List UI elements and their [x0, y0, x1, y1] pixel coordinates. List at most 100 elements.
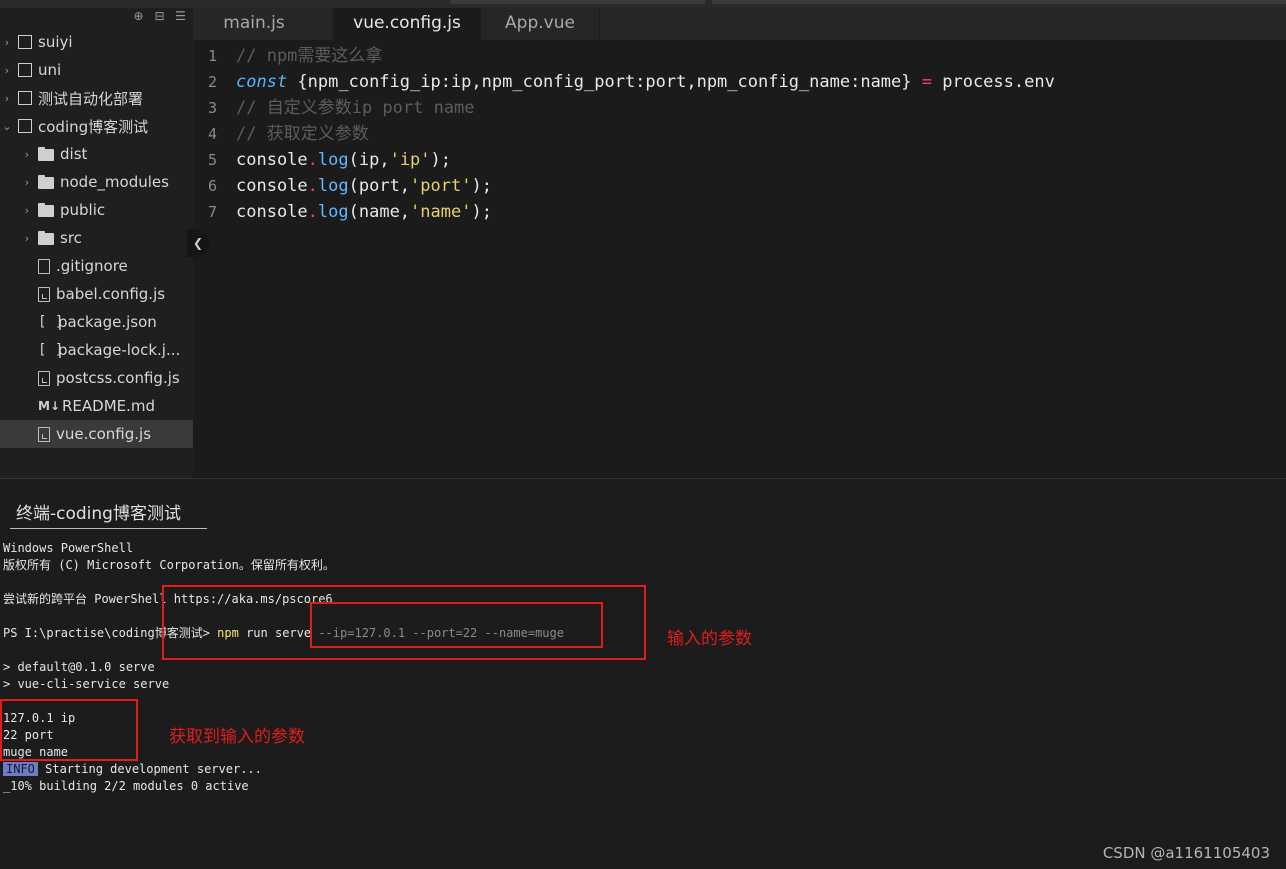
code-comment: // 获取定义参数: [236, 124, 369, 144]
tree-item-coding-blog-test[interactable]: ⌄ coding博客测试: [0, 112, 193, 140]
code-editor[interactable]: 1 // npm需要这么拿 2 const {npm_config_ip:ip,np…: [193, 40, 1286, 478]
sidebar-toolbar: ⊕ ⊟ ☰: [132, 10, 187, 23]
code-line: 5 console.log(ip,'ip');: [193, 147, 451, 173]
code-operator: =: [921, 72, 932, 92]
markdown-file-icon: M↓: [38, 399, 60, 413]
code-operator: .: [307, 176, 318, 196]
code-text: );: [471, 176, 492, 196]
code-string: 'port': [410, 176, 472, 196]
chevron-left-icon: ❮: [192, 236, 204, 250]
tree-item-suiyi[interactable]: › suiyi: [0, 28, 193, 56]
terminal-tab-title[interactable]: 终端-coding博客测试: [10, 499, 207, 529]
code-operator: .: [307, 202, 318, 222]
code-comment: // npm需要这么拿: [236, 46, 383, 66]
top-strip-segment: [712, 0, 1286, 4]
tree-item-label: 测试自动化部署: [38, 89, 144, 108]
menu-icon[interactable]: ☰: [174, 10, 187, 23]
tree-item-label: package.json: [58, 313, 157, 331]
json-file-icon: [ ]: [38, 314, 64, 330]
chevron-right-icon[interactable]: ›: [0, 64, 14, 77]
code-text: (name,: [348, 202, 411, 222]
tree-item-label: node_modules: [60, 173, 169, 191]
line-number: 7: [207, 203, 217, 221]
tree-item-label: dist: [60, 145, 88, 163]
terminal-line: > vue-cli-service serve: [3, 677, 170, 691]
file-explorer-sidebar: ⊕ ⊟ ☰ › suiyi › uni › 测试自动化部署 ⌄ coding博客…: [0, 8, 227, 478]
tree-item-label: .gitignore: [56, 257, 128, 275]
code-string: 'name': [410, 202, 472, 222]
file-icon: [38, 258, 50, 274]
terminal-text: Starting development server...: [37, 762, 262, 776]
folder-icon: [38, 231, 54, 245]
terminal-line: 版权所有 (C) Microsoft Corporation。保留所有权利。: [3, 558, 335, 572]
folder-icon: [38, 203, 54, 217]
line-number: 2: [207, 73, 217, 91]
editor-tab-bar: main.js vue.config.js App.vue: [193, 8, 1286, 40]
collapse-all-icon[interactable]: ⊟: [153, 10, 166, 23]
tree-item-public[interactable]: › public: [0, 196, 213, 224]
tree-item-src[interactable]: › src: [0, 224, 213, 252]
chevron-right-icon[interactable]: ›: [20, 176, 34, 189]
tab-vue-config-js[interactable]: vue.config.js: [333, 8, 481, 40]
code-text: console: [236, 176, 308, 196]
code-text: console: [236, 150, 308, 170]
line-number: 1: [207, 47, 217, 65]
terminal-line: _10% building 2/2 modules 0 active: [3, 779, 249, 793]
code-line: 2 const {npm_config_ip:ip,npm_config_port…: [193, 69, 1055, 95]
tree-item-uni[interactable]: › uni: [0, 56, 193, 84]
code-text: process.env: [932, 72, 1055, 92]
line-number: 3: [207, 99, 217, 117]
terminal-panel[interactable]: 终端-coding博客测试 Windows PowerShell 版权所有 (C…: [0, 479, 1286, 869]
code-line: 7 console.log(name,'name');: [193, 199, 492, 225]
tree-item-node-modules[interactable]: › node_modules: [0, 168, 213, 196]
annotation-got-params: 获取到输入的参数: [169, 727, 305, 747]
project-icon: [18, 91, 32, 105]
line-number: 4: [207, 125, 217, 143]
code-text: console: [236, 202, 308, 222]
tree-item-label: public: [60, 201, 106, 219]
tree-item-label: src: [60, 229, 82, 247]
folder-icon: [38, 175, 54, 189]
chevron-right-icon[interactable]: ›: [0, 92, 14, 105]
tree-item-label: README.md: [62, 397, 156, 415]
code-function: log: [317, 150, 349, 170]
terminal-line: > default@0.1.0 serve: [3, 660, 155, 674]
chevron-right-icon[interactable]: ›: [0, 36, 14, 49]
chevron-down-icon[interactable]: ⌄: [0, 120, 14, 133]
code-function: log: [317, 202, 349, 222]
chevron-right-icon[interactable]: ›: [20, 148, 34, 161]
code-text: );: [430, 150, 452, 170]
line-number: 6: [207, 177, 217, 195]
target-icon[interactable]: ⊕: [132, 10, 145, 23]
tree-item-label: package-lock.j...: [58, 341, 181, 359]
code-operator: .: [307, 150, 318, 170]
js-file-icon: [38, 370, 50, 386]
annotation-box-arguments: [310, 602, 603, 648]
chevron-right-icon[interactable]: ›: [20, 232, 34, 245]
tree-item-label: suiyi: [38, 33, 73, 51]
info-badge: INFO: [3, 762, 38, 776]
code-line: 4 // 获取定义参数: [193, 121, 369, 147]
tree-item-dist[interactable]: › dist: [0, 140, 213, 168]
tree-item-deploy-test[interactable]: › 测试自动化部署: [0, 84, 193, 112]
tab-app-vue[interactable]: App.vue: [481, 8, 600, 40]
annotation-box-output: [0, 699, 138, 761]
terminal-line: Windows PowerShell: [3, 541, 134, 555]
project-icon: [18, 35, 32, 49]
code-text: (ip,: [348, 150, 390, 170]
project-icon: [18, 119, 32, 133]
code-string: 'ip': [389, 150, 431, 170]
tree-item-label: postcss.config.js: [56, 369, 180, 387]
js-file-icon: [38, 426, 50, 442]
top-strip-segment: [450, 0, 705, 4]
code-line: 6 console.log(port,'port');: [193, 173, 492, 199]
terminal-line: INFO Starting development server...: [3, 761, 262, 778]
watermark: CSDN @a1161105403: [1102, 844, 1270, 862]
annotation-input-params: 输入的参数: [667, 629, 752, 649]
tree-item-label: uni: [38, 61, 62, 79]
chevron-right-icon[interactable]: ›: [20, 204, 34, 217]
code-text: (port,: [348, 176, 411, 196]
tab-main-js[interactable]: main.js: [193, 8, 315, 40]
code-keyword: const: [236, 72, 288, 92]
code-function: log: [317, 176, 349, 196]
